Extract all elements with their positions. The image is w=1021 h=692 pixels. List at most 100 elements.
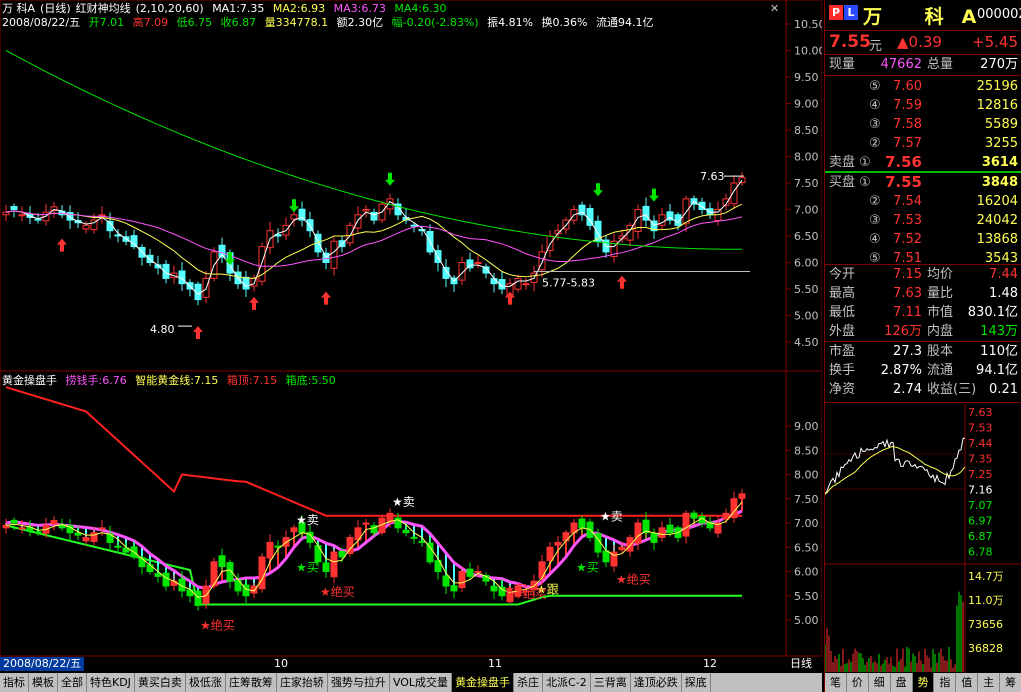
tab-11[interactable]: 杀庄 — [514, 673, 544, 692]
intraday-mini-chart[interactable]: 7.63 7.53 7.44 7.35 7.25 7.16 7.07 6.97 6.87 6.78… — [825, 404, 1021, 673]
signal-label: ★绝买 — [200, 618, 235, 633]
quote-panel: P L 万 科A 000002 7.55 元 ▲0.39 +5.45 现量 47… — [824, 0, 1021, 692]
mini-vol-label: 73656 — [968, 618, 1003, 631]
main-axis-label: 7.00 — [794, 204, 819, 217]
main-axis-label: 9.00 — [794, 98, 819, 111]
ind-candle-body — [458, 571, 466, 589]
info-date: 2008/08/22/五 — [2, 16, 81, 29]
candle-body — [410, 224, 418, 227]
ind-candle-body — [410, 536, 418, 539]
candle-body — [370, 211, 378, 221]
tab-0[interactable]: 指标 — [0, 673, 29, 692]
info-amount: 额2.30亿 — [336, 16, 384, 29]
tab-4[interactable]: 黄买白卖 — [135, 673, 186, 692]
ind-candle-body — [634, 522, 642, 544]
ind-candle-body — [418, 540, 426, 543]
ind-candle-body — [450, 585, 458, 592]
mini-tab-8[interactable]: 筹 — [1000, 673, 1021, 692]
mini-tab-5[interactable]: 指 — [934, 673, 957, 692]
tab-5[interactable]: 极低涨 — [186, 673, 226, 692]
tab-9[interactable]: VOL成交量 — [390, 673, 453, 692]
mini-tab-1[interactable]: 价 — [847, 673, 869, 692]
box-top-line — [5, 386, 742, 517]
info-close: 收6.87 — [220, 16, 257, 29]
close-icon[interactable]: ✕ — [770, 2, 779, 15]
candle-body — [130, 235, 138, 248]
signal-label: ★绝买 — [616, 572, 651, 587]
mini-tab-7[interactable]: 主 — [978, 673, 1001, 692]
x-date-10: 10 — [274, 657, 288, 670]
tab-13[interactable]: 三背离 — [591, 673, 631, 692]
ind-line-c: 箱顶:7.15 — [226, 374, 278, 387]
tab-3[interactable]: 特色KDJ — [87, 673, 135, 692]
ind-candle-body — [338, 551, 346, 558]
info-open: 开7.01 — [88, 16, 125, 29]
main-axis-label: 7.50 — [794, 177, 819, 190]
indicator-name: 红财神均线 — [75, 2, 131, 15]
main-axis-label: 8.50 — [794, 124, 819, 137]
mini-price-label: 7.35 — [968, 453, 993, 466]
signal-label: ★绝买 — [512, 586, 547, 601]
mini-vol-label: 11.0万 — [968, 594, 1004, 607]
signal-label: ★买 — [576, 561, 599, 575]
candles-main — [2, 172, 746, 306]
ind-candle-body — [18, 527, 26, 530]
info-high: 高7.09 — [132, 16, 169, 29]
ind-candle-body — [290, 527, 298, 533]
tab-2[interactable]: 全部 — [58, 673, 87, 692]
mini-tab-3[interactable]: 盘 — [891, 673, 913, 692]
info-turn: 换0.36% — [541, 16, 588, 29]
tab-7[interactable]: 庄家抬轿 — [277, 673, 328, 692]
ind-candle-body — [82, 537, 90, 542]
mini-price-label: 6.87 — [968, 530, 993, 543]
ind-candle-body — [10, 519, 18, 524]
kline-chart-area[interactable]: 10.50 10.00 9.50 9.00 8.50 8.00 7.50 7.00 6.50 6.… — [0, 0, 822, 692]
p-icon[interactable]: P — [829, 5, 843, 20]
candle-body — [474, 262, 482, 264]
ind-candle-body — [194, 590, 202, 606]
ma1-label: MA1:7.35 — [212, 2, 265, 15]
bar-info-header: 2008/08/22/五 开7.01 高7.09 低6.75 收6.87 量33… — [2, 16, 658, 29]
mini-tab-6[interactable]: 值 — [956, 673, 979, 692]
ind-candle-body — [322, 562, 330, 572]
x-date-11: 11 — [488, 657, 502, 670]
period-tag[interactable]: 日线 — [790, 657, 812, 671]
tab-8[interactable]: 强势与拉升 — [328, 673, 390, 692]
tab-14[interactable]: 逢顶必跌 — [631, 673, 682, 692]
tab-6[interactable]: 庄筹散筹 — [226, 673, 277, 692]
info-change: 幅-0.20(-2.83%) — [391, 16, 479, 29]
mini-tab-2[interactable]: 细 — [869, 673, 891, 692]
ind-candle-body — [466, 568, 474, 577]
ind-candle-body — [50, 520, 58, 525]
tab-12[interactable]: 北派C-2 — [543, 673, 591, 692]
tab-10[interactable]: 黄金操盘手 — [452, 673, 515, 692]
ind-candle-body — [618, 546, 626, 551]
mini-tab-0[interactable]: 笔 — [825, 673, 847, 692]
candle-body — [418, 229, 426, 232]
ind-candle-body — [402, 529, 410, 534]
l-icon[interactable]: L — [844, 5, 858, 20]
ind-axis-label: 5.00 — [794, 614, 819, 627]
candle-body — [218, 244, 226, 258]
ind-candle-body — [210, 561, 218, 587]
ind-candle-body — [474, 571, 482, 573]
chart-canvas[interactable]: 10.50 10.00 9.50 9.00 8.50 8.00 7.50 7.00 6.50 6.… — [0, 0, 822, 673]
candle-body — [730, 182, 738, 205]
tab-15[interactable]: 探底 — [682, 673, 711, 692]
ind-candle-body — [546, 546, 554, 561]
main-axis-label: 6.00 — [794, 257, 819, 270]
ind-candle-body — [266, 541, 274, 559]
buy-arrow-icon — [193, 326, 203, 340]
info-amp: 振4.81% — [487, 16, 534, 29]
mini-price-label: 7.63 — [968, 406, 993, 419]
ind-candle-body — [538, 561, 546, 579]
box-range-label: 5.77-5.83 — [542, 276, 595, 289]
ind-candle-body — [554, 541, 562, 546]
mini-price-label: 7.16 — [968, 484, 993, 497]
mini-tab-4[interactable]: 势 — [912, 673, 935, 692]
ind-candle-body — [578, 518, 586, 529]
mini-price-label: 7.07 — [968, 499, 993, 512]
ind-candle-body — [682, 512, 690, 537]
tab-1[interactable]: 模板 — [29, 673, 58, 692]
ind-line-b: 智能黄金线:7.15 — [135, 374, 219, 387]
